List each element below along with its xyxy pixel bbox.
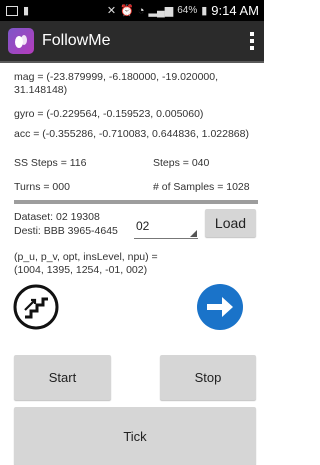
clock: 9:14 AM — [211, 3, 259, 18]
params-header: (p_u, p_v, opt, insLevel, npu) = — [14, 251, 158, 263]
app-logo-icon — [8, 28, 34, 54]
turns-count: Turns = 000 — [14, 181, 70, 193]
wifi-icon: ◔ — [137, 4, 145, 17]
divider — [14, 200, 258, 204]
action-bar: FollowMe — [0, 21, 264, 63]
dropdown-arrow-icon — [190, 230, 197, 237]
battery-icon: ▮ — [201, 5, 208, 17]
acc-reading: acc = (-0.355286, -0.710083, 0.644836, 1… — [14, 128, 249, 140]
dataset-select[interactable]: 02 — [134, 216, 198, 239]
desti-label: Desti: BBB 3965-4645 — [14, 225, 118, 237]
stop-button[interactable]: Stop — [160, 355, 256, 400]
mag-reading: mag = (-23.879999, -6.180000, -19.020000… — [14, 71, 219, 96]
params-values: (1004, 1395, 1254, -01, 002) — [14, 264, 148, 276]
start-button[interactable]: Start — [14, 355, 111, 400]
load-button[interactable]: Load — [205, 209, 256, 237]
app-title: FollowMe — [42, 32, 111, 49]
alarm-icon: ⏰ — [120, 5, 134, 17]
image-notification-icon — [6, 5, 18, 16]
gyro-reading: gyro = (-0.229564, -0.159523, 0.005060) — [14, 108, 204, 120]
steps-count: Steps = 040 — [153, 157, 210, 169]
file-notification-icon: ▮ — [23, 5, 30, 17]
stairs-icon[interactable] — [13, 284, 59, 330]
battery-percent: 64% — [177, 5, 198, 16]
ss-steps: SS Steps = 116 — [14, 157, 87, 169]
signal-icon: ▂▄▆ — [148, 5, 174, 17]
status-bar: ▮ ✕ ⏰ ◔ ▂▄▆ 64% ▮ 9:14 AM — [0, 0, 264, 21]
overflow-menu-icon[interactable] — [250, 32, 254, 50]
dataset-label: Dataset: 02 19308 — [14, 211, 100, 223]
tick-button[interactable]: Tick — [14, 407, 256, 465]
mute-icon: ✕ — [106, 5, 117, 17]
samples-count: # of Samples = 1028 — [153, 181, 250, 193]
arrow-right-icon[interactable] — [196, 283, 244, 331]
dataset-select-value: 02 — [136, 219, 150, 233]
